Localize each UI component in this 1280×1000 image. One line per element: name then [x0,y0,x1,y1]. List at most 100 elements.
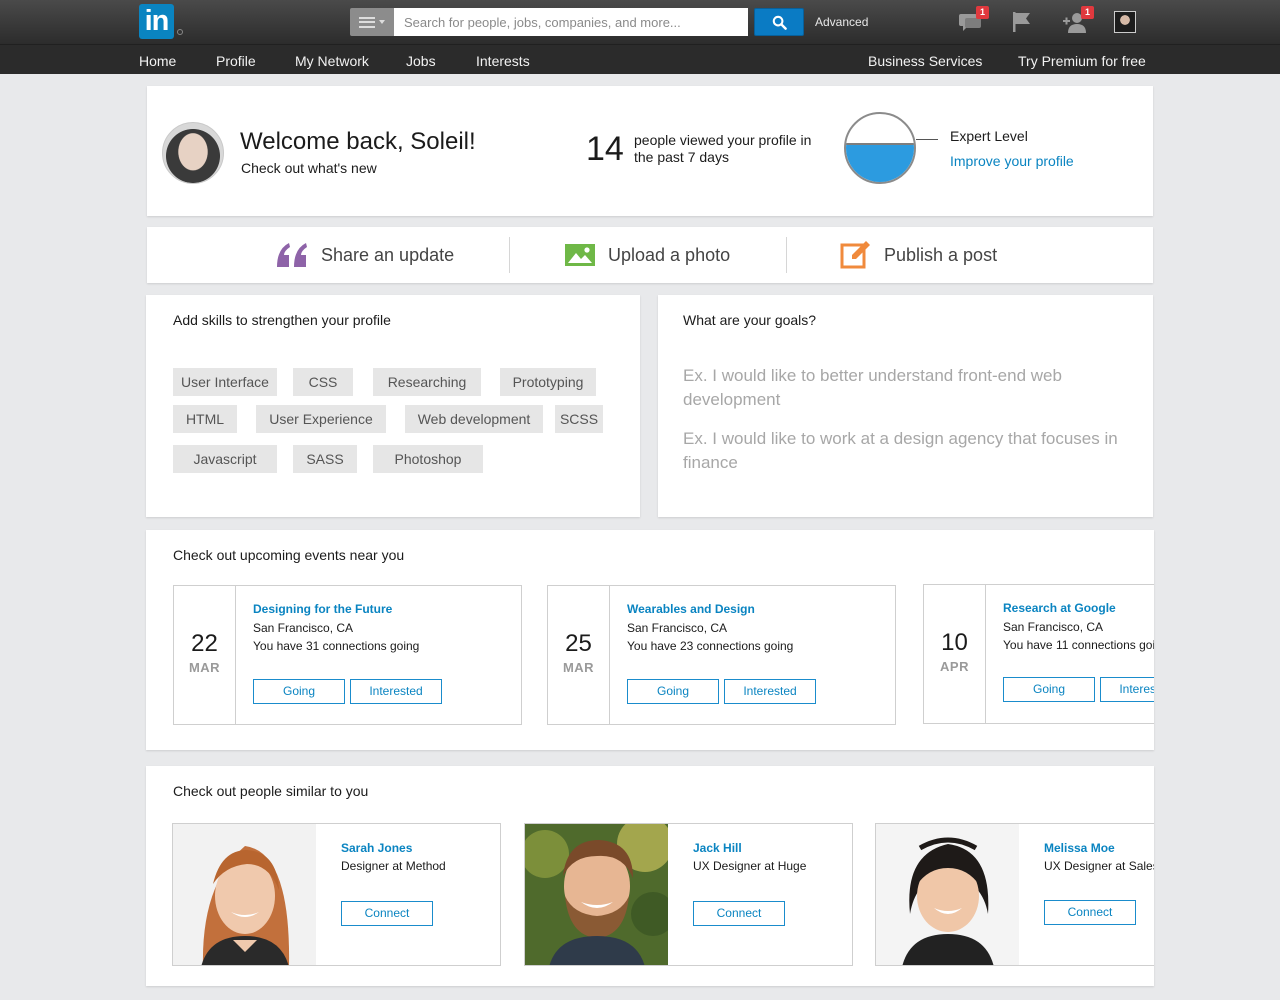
events-card: Check out upcoming events near you 22 MA… [146,530,1154,750]
person-name-link[interactable]: Sarah Jones [341,841,412,855]
goal-example[interactable]: Ex. I would like to work at a design age… [683,427,1133,475]
event-card[interactable]: 22 MAR Designing for the Future San Fran… [173,585,522,725]
photo-icon [565,244,595,266]
event-month: APR [940,659,969,674]
person-role: UX Designer at Salesforce [1044,859,1154,873]
nav-interests[interactable]: Interests [476,53,530,69]
event-date: 22 MAR [174,586,236,724]
skill-tag[interactable]: Researching [373,368,481,396]
nav-try-premium[interactable]: Try Premium for free [1018,53,1146,69]
person-role: Designer at Method [341,859,446,873]
profile-level-label: Expert Level [950,128,1028,144]
skill-tag[interactable]: HTML [173,405,237,433]
profile-views-count[interactable]: 14 [586,130,624,169]
skill-tag[interactable]: Javascript [173,445,277,473]
skill-tag[interactable]: SCSS [555,405,603,433]
skill-tag[interactable]: Web development [405,405,543,433]
goal-example[interactable]: Ex. I would like to better understand fr… [683,364,1133,412]
skills-card: Add skills to strengthen your profile Us… [146,295,640,517]
search-button[interactable] [754,8,804,36]
person-card[interactable]: Sarah Jones Designer at Method Connect [172,823,501,966]
event-location: San Francisco, CA [1003,620,1104,634]
interested-button[interactable]: Interested [350,679,442,704]
people-card: Check out people similar to you Sarah Jo… [146,766,1154,986]
person-card[interactable]: Melissa Moe UX Designer at Salesforce Co… [875,823,1154,966]
nav-my-network[interactable]: My Network [295,53,369,69]
person-card[interactable]: Jack Hill UX Designer at Huge Connect [524,823,853,966]
interested-button[interactable]: Interested [724,679,816,704]
messages-button[interactable]: 1 [957,6,989,34]
connections-badge: 1 [1081,6,1094,19]
gauge-pointer-line [916,139,938,140]
skill-tag[interactable]: CSS [293,368,353,396]
person-photo-image [525,824,668,965]
event-title-link[interactable]: Research at Google [1003,601,1116,615]
account-avatar[interactable] [1114,11,1136,33]
event-date: 25 MAR [548,586,610,724]
person-role: UX Designer at Huge [693,859,807,873]
event-card[interactable]: 10 APR Research at Google San Francisco,… [923,584,1154,724]
search-icon [772,15,787,30]
linkedin-logo[interactable]: in [139,4,174,39]
welcome-subtitle: Check out what's new [241,160,377,176]
profile-views-text: people viewed your profile in the past 7… [634,132,812,165]
profile-strength-gauge [844,112,916,184]
gauge-fill [846,142,914,182]
event-connections: You have 23 connections going [627,639,794,653]
profile-avatar[interactable] [162,122,224,184]
publish-post-label: Publish a post [884,244,998,265]
event-card[interactable]: 25 MAR Wearables and Design San Francisc… [547,585,896,725]
top-bar: in Advanced 1 1 [0,0,1280,45]
share-divider [786,237,787,273]
event-connections: You have 11 connections going [1003,638,1154,652]
notifications-button[interactable] [1010,10,1036,34]
welcome-title: Welcome back, Soleil! [240,128,476,155]
person-name-link[interactable]: Melissa Moe [1044,841,1115,855]
interested-button[interactable]: Interested [1100,677,1154,702]
share-bar: Share an update Upload a photo Publish a… [147,227,1153,283]
event-title-link[interactable]: Wearables and Design [627,602,755,616]
upload-photo-label: Upload a photo [608,244,731,265]
upload-photo-button[interactable]: Upload a photo [564,227,730,283]
connect-button[interactable]: Connect [1044,900,1136,925]
event-month: MAR [562,660,595,675]
improve-profile-link[interactable]: Improve your profile [950,153,1074,169]
advanced-search-link[interactable]: Advanced [815,15,868,29]
skill-tag[interactable]: User Experience [256,405,386,433]
going-button[interactable]: Going [253,679,345,704]
person-photo[interactable] [525,824,668,965]
nav-home[interactable]: Home [139,53,176,69]
event-location: San Francisco, CA [253,621,354,635]
nav-profile[interactable]: Profile [216,53,256,69]
events-title: Check out upcoming events near you [173,547,405,563]
search-category-dropdown[interactable] [350,8,394,36]
share-update-button[interactable]: Share an update [275,227,454,283]
skill-tag[interactable]: Photoshop [373,445,483,473]
person-name-link[interactable]: Jack Hill [693,841,742,855]
nav-jobs[interactable]: Jobs [406,53,436,69]
going-button[interactable]: Going [1003,677,1095,702]
going-button[interactable]: Going [627,679,719,704]
connect-button[interactable]: Connect [693,901,785,926]
connections-button[interactable]: 1 [1062,6,1094,34]
person-photo[interactable] [876,824,1019,965]
quote-icon [277,243,307,267]
event-month: MAR [188,660,221,675]
skill-tag[interactable]: Prototyping [500,368,596,396]
logo-registered-mark [177,29,183,35]
skills-title: Add skills to strengthen your profile [173,312,391,328]
event-day: 22 [191,630,218,657]
connect-button[interactable]: Connect [341,901,433,926]
search-input[interactable] [394,8,748,36]
person-photo[interactable] [173,824,316,965]
flag-icon [1013,12,1030,32]
skill-tag[interactable]: User Interface [173,368,277,396]
people-title: Check out people similar to you [173,783,369,799]
nav-business-services[interactable]: Business Services [868,53,982,69]
skill-tag[interactable]: SASS [293,445,357,473]
menu-icon [359,16,375,28]
event-title-link[interactable]: Designing for the Future [253,602,392,616]
publish-post-button[interactable]: Publish a post [840,227,997,283]
main-nav: Home Profile My Network Jobs Interests B… [0,45,1280,74]
event-date: 10 APR [924,585,986,723]
